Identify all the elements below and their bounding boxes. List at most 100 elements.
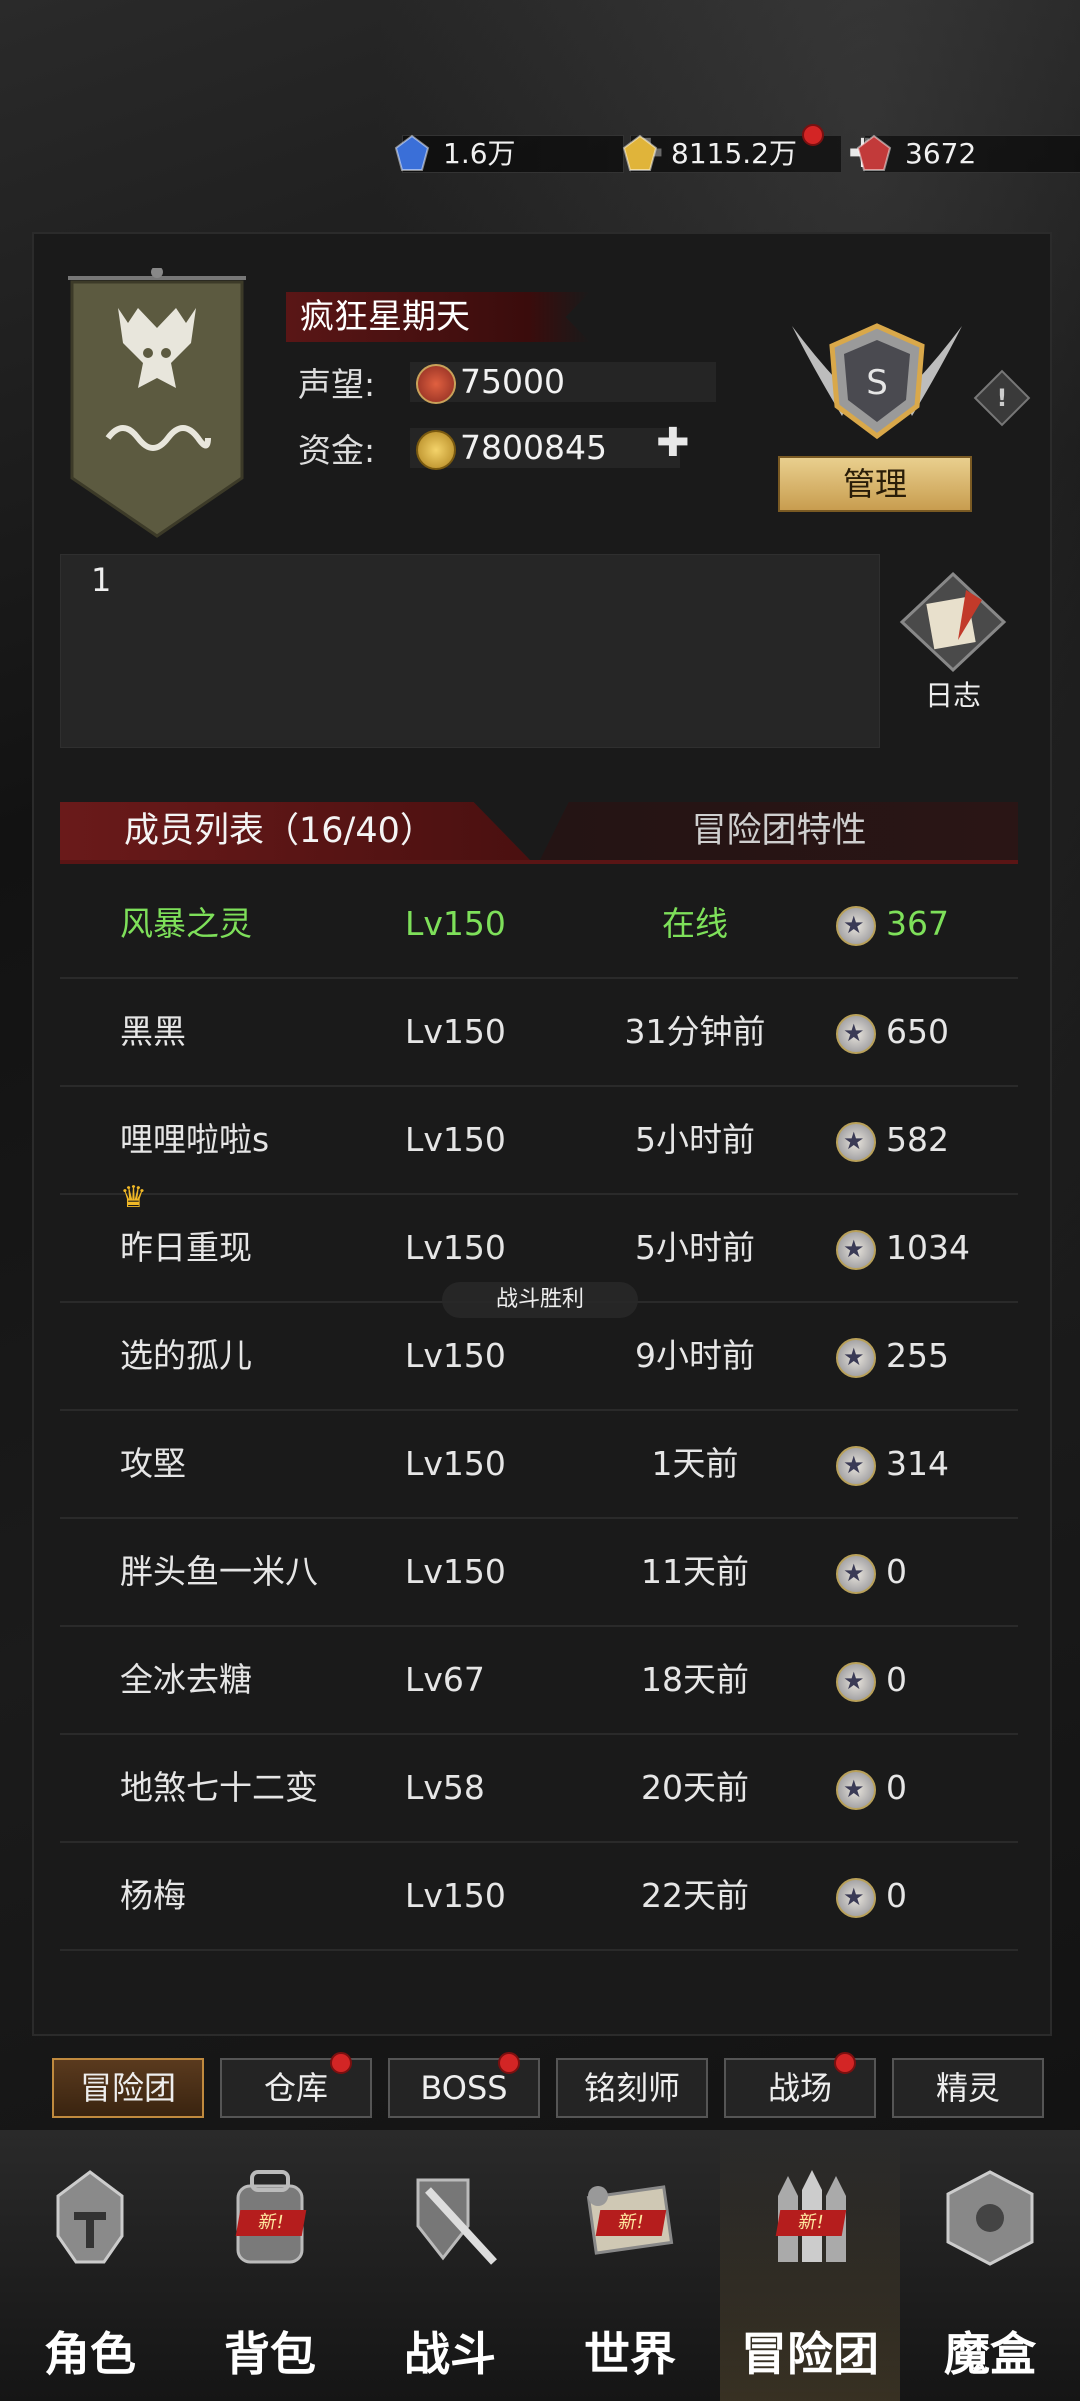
medal-icon	[836, 1337, 876, 1378]
member-points: 255	[886, 1336, 949, 1375]
member-row[interactable]: 选的孤儿 Lv150 9小时前 255	[60, 1302, 1018, 1411]
member-contribution: 367	[836, 870, 949, 977]
member-level: Lv150	[405, 1876, 506, 1915]
reputation-value: 75000	[460, 362, 565, 401]
subtab-2[interactable]: BOSS	[388, 2052, 540, 2118]
guild-banner-icon	[68, 268, 246, 538]
subtab-label: BOSS	[420, 2069, 508, 2107]
nav-label: 角色	[44, 2327, 136, 2381]
nav-label: 冒险团	[741, 2327, 879, 2381]
member-level: Lv150	[405, 1120, 506, 1159]
member-points: 0	[886, 1552, 907, 1591]
nav-label: 魔盒	[944, 2327, 1036, 2381]
guild-name: 疯狂星期天	[286, 292, 590, 342]
member-points: 650	[886, 1012, 949, 1051]
member-level: Lv58	[405, 1768, 485, 1807]
add-funds-button[interactable]: ✚	[656, 420, 690, 466]
notification-dot	[498, 2052, 520, 2074]
manage-button[interactable]: 管理	[778, 456, 972, 512]
rank-badge-icon: S	[792, 323, 962, 440]
medal-icon	[836, 1769, 876, 1810]
guild-notice[interactable]: 1	[60, 554, 880, 748]
member-points: 314	[886, 1444, 949, 1483]
member-name: 全冰去糖	[120, 1660, 252, 1699]
funds-label: 资金:	[298, 431, 376, 470]
member-name: 攻堅	[120, 1444, 186, 1483]
member-points: 0	[886, 1768, 907, 1807]
member-last-online: 1天前	[651, 1444, 739, 1483]
member-level: Lv150	[405, 1552, 506, 1591]
member-name: 黑黑	[120, 1012, 186, 1051]
subtab-5[interactable]: 精灵	[892, 2058, 1044, 2118]
red-gem-icon	[856, 134, 892, 171]
reputation-label: 声望:	[298, 365, 376, 404]
member-row[interactable]: 地煞七十二变 Lv58 20天前 0	[60, 1734, 1018, 1843]
member-level: Lv150	[405, 1444, 506, 1483]
medal-icon	[836, 1445, 876, 1486]
member-level: Lv67	[405, 1660, 485, 1699]
subtab-0[interactable]: 冒险团	[52, 2058, 204, 2118]
notification-dot	[330, 2052, 352, 2074]
member-name: 地煞七十二变	[120, 1768, 318, 1807]
member-contribution: 0	[836, 1842, 907, 1949]
member-points: 1034	[886, 1228, 970, 1267]
member-last-online: 20天前	[641, 1768, 749, 1807]
rank-letter: S	[866, 363, 888, 403]
gold-coin-icon	[416, 430, 456, 470]
member-name: 昨日重现	[120, 1228, 252, 1267]
new-badge: 新!	[595, 2210, 667, 2236]
new-badge: 新!	[235, 2210, 307, 2236]
subtab-label: 铭刻师	[583, 2069, 680, 2107]
member-last-online: 在线	[662, 904, 728, 943]
log-button[interactable]: 日志	[898, 570, 1008, 712]
subtab-1[interactable]: 仓库	[220, 2052, 372, 2118]
blue-gem-icon	[394, 134, 430, 171]
nav-item-3[interactable]: 新! 世界	[540, 2130, 720, 2401]
member-row[interactable]: 黑黑 Lv150 31分钟前 650	[60, 978, 1018, 1087]
member-row[interactable]: 胖头鱼一米八 Lv150 11天前 0	[60, 1518, 1018, 1627]
tab-traits[interactable]: 冒险团特性	[540, 802, 1018, 860]
member-points: 0	[886, 1876, 907, 1915]
member-contribution: 582	[836, 1086, 949, 1193]
member-row[interactable]: 攻堅 Lv150 1天前 314	[60, 1410, 1018, 1519]
medal-icon	[836, 1877, 876, 1918]
member-contribution: 650	[836, 978, 949, 1085]
member-contribution: 1034	[836, 1194, 970, 1301]
nav-item-5[interactable]: 魔盒	[900, 2130, 1080, 2401]
member-name: 胖头鱼一米八	[120, 1552, 318, 1591]
nav-item-1[interactable]: 新! 背包	[180, 2130, 360, 2401]
magic-cube-icon	[946, 2170, 1034, 2266]
member-level: Lv150	[405, 1012, 506, 1051]
notice-text: 1	[91, 561, 112, 599]
nav-item-4[interactable]: 新! 冒险团	[720, 2130, 900, 2401]
member-row[interactable]: 杨梅 Lv150 22天前 0	[60, 1842, 1018, 1951]
medal-icon	[836, 1121, 876, 1162]
tab-members[interactable]: 成员列表（16/40）	[60, 802, 530, 860]
subtab-4[interactable]: 战场	[724, 2052, 876, 2118]
gold-gem-resource: 8115.2万✚	[620, 124, 882, 177]
member-level: Lv150	[405, 1336, 506, 1375]
member-contribution: 0	[836, 1626, 907, 1733]
subtab-label: 仓库	[263, 2069, 328, 2107]
member-row[interactable]: 哩哩啦啦s Lv150 5小时前 582	[60, 1086, 1018, 1195]
member-row[interactable]: 风暴之灵 Lv150 在线 367	[60, 870, 1018, 979]
sword-shield-icon	[416, 2178, 497, 2265]
member-points: 582	[886, 1120, 949, 1159]
subtab-3[interactable]: 铭刻师	[556, 2058, 708, 2118]
nav-item-0[interactable]: 角色	[0, 2130, 180, 2401]
new-badge: 新!	[775, 2210, 847, 2236]
scroll-quill-icon	[899, 571, 1007, 673]
nav-item-2[interactable]: 战斗	[360, 2130, 540, 2401]
member-name: 选的孤儿	[120, 1336, 252, 1375]
medal-icon	[836, 1229, 876, 1270]
blue-gem-value: 1.6万	[402, 135, 624, 173]
member-row[interactable]: 全冰去糖 Lv67 18天前 0	[60, 1626, 1018, 1735]
nav-label: 背包	[224, 2327, 316, 2381]
reputation-box: 75000	[410, 362, 716, 404]
nav-label: 世界	[584, 2327, 676, 2381]
log-label: 日志	[924, 679, 981, 712]
member-name: 杨梅	[120, 1876, 186, 1915]
tab-members-label: 成员列表（16/40）	[124, 811, 435, 851]
subtab-label: 精灵	[935, 2069, 1000, 2107]
medal-icon	[836, 905, 876, 946]
